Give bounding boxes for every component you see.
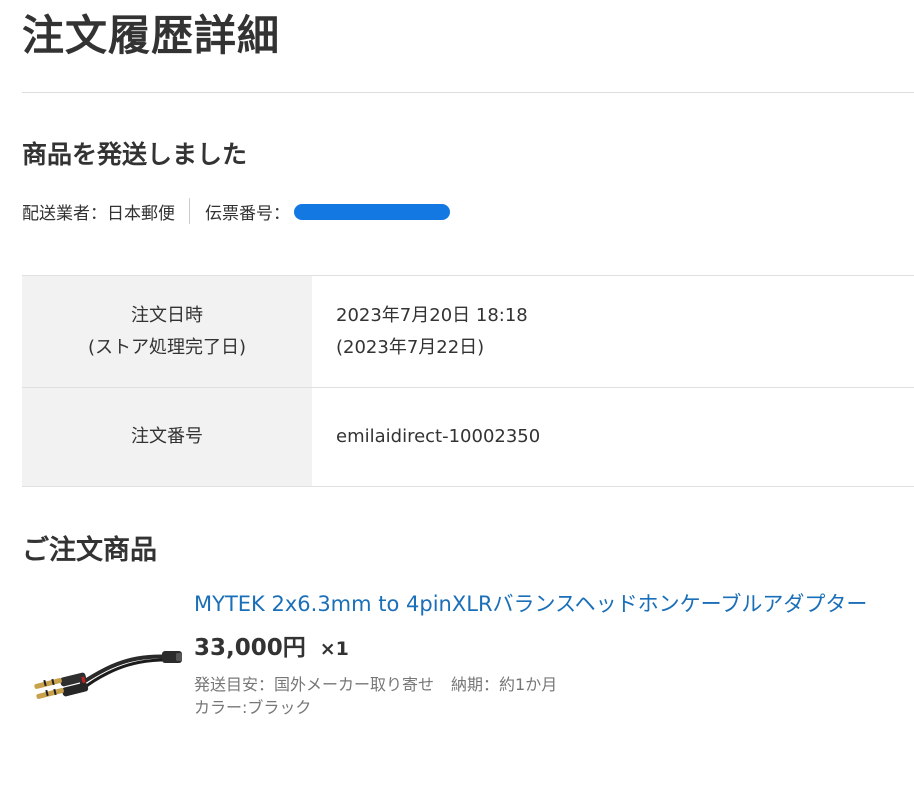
order-info-table: 注文日時 (ストア処理完了日) 2023年7月20日 18:18 (2023年7… bbox=[22, 275, 914, 487]
ordered-items-heading: ご注文商品 bbox=[22, 535, 157, 566]
delivery-info: 発送目安：国外メーカー取り寄せ 納期：約1か月 bbox=[194, 674, 557, 696]
order-date-value: 2023年7月20日 18:18 (2023年7月22日) bbox=[312, 275, 914, 388]
lead-time: 納期：約1か月 bbox=[451, 675, 558, 694]
carrier-text: 配送業者：日本郵便 bbox=[22, 203, 175, 224]
shipping-info: 配送業者：日本郵便 伝票番号： bbox=[22, 197, 450, 225]
order-date-label: 注文日時 (ストア処理完了日) bbox=[22, 275, 312, 388]
order-number-value-text: emilaidirect-10002350 bbox=[336, 426, 541, 447]
delivery-estimate: 発送目安：国外メーカー取り寄せ bbox=[194, 675, 435, 694]
product-quantity: ×1 bbox=[319, 638, 349, 660]
order-date-label-line2: (ストア処理完了日) bbox=[87, 336, 247, 358]
order-number-label-text: 注文番号 bbox=[131, 426, 203, 447]
shipping-status-heading: 商品を発送しました bbox=[22, 140, 248, 169]
cable-adapter-image[interactable] bbox=[26, 637, 184, 707]
tracking-label: 伝票番号： bbox=[205, 203, 290, 224]
order-number-value: emilaidirect-10002350 bbox=[312, 387, 914, 487]
title-divider bbox=[22, 92, 914, 93]
table-row: 注文番号 emilaidirect-10002350 bbox=[22, 387, 914, 487]
info-divider bbox=[189, 198, 190, 224]
product-name-link[interactable]: MYTEK 2x6.3mm to 4pinXLRバランスヘッドホンケーブルアダプ… bbox=[194, 589, 867, 619]
page-title: 注文履歴詳細 bbox=[22, 11, 281, 60]
order-date-value-line2: (2023年7月22日) bbox=[336, 336, 485, 358]
tracking-number-redaction bbox=[294, 204, 450, 220]
product-color: カラー:ブラック bbox=[194, 698, 312, 717]
price-line: 33,000円 ×1 bbox=[194, 628, 349, 662]
product-price: 33,000円 bbox=[194, 635, 306, 661]
cable-adapter-icon bbox=[34, 651, 182, 699]
order-number-label: 注文番号 bbox=[22, 387, 312, 487]
order-date-label-line1: 注文日時 bbox=[131, 304, 203, 326]
table-row: 注文日時 (ストア処理完了日) 2023年7月20日 18:18 (2023年7… bbox=[22, 275, 914, 388]
order-detail-page: 注文履歴詳細 商品を発送しました 配送業者：日本郵便 伝票番号： 注文日時 (ス… bbox=[0, 0, 914, 798]
order-date-value-line1: 2023年7月20日 18:18 bbox=[336, 304, 528, 326]
